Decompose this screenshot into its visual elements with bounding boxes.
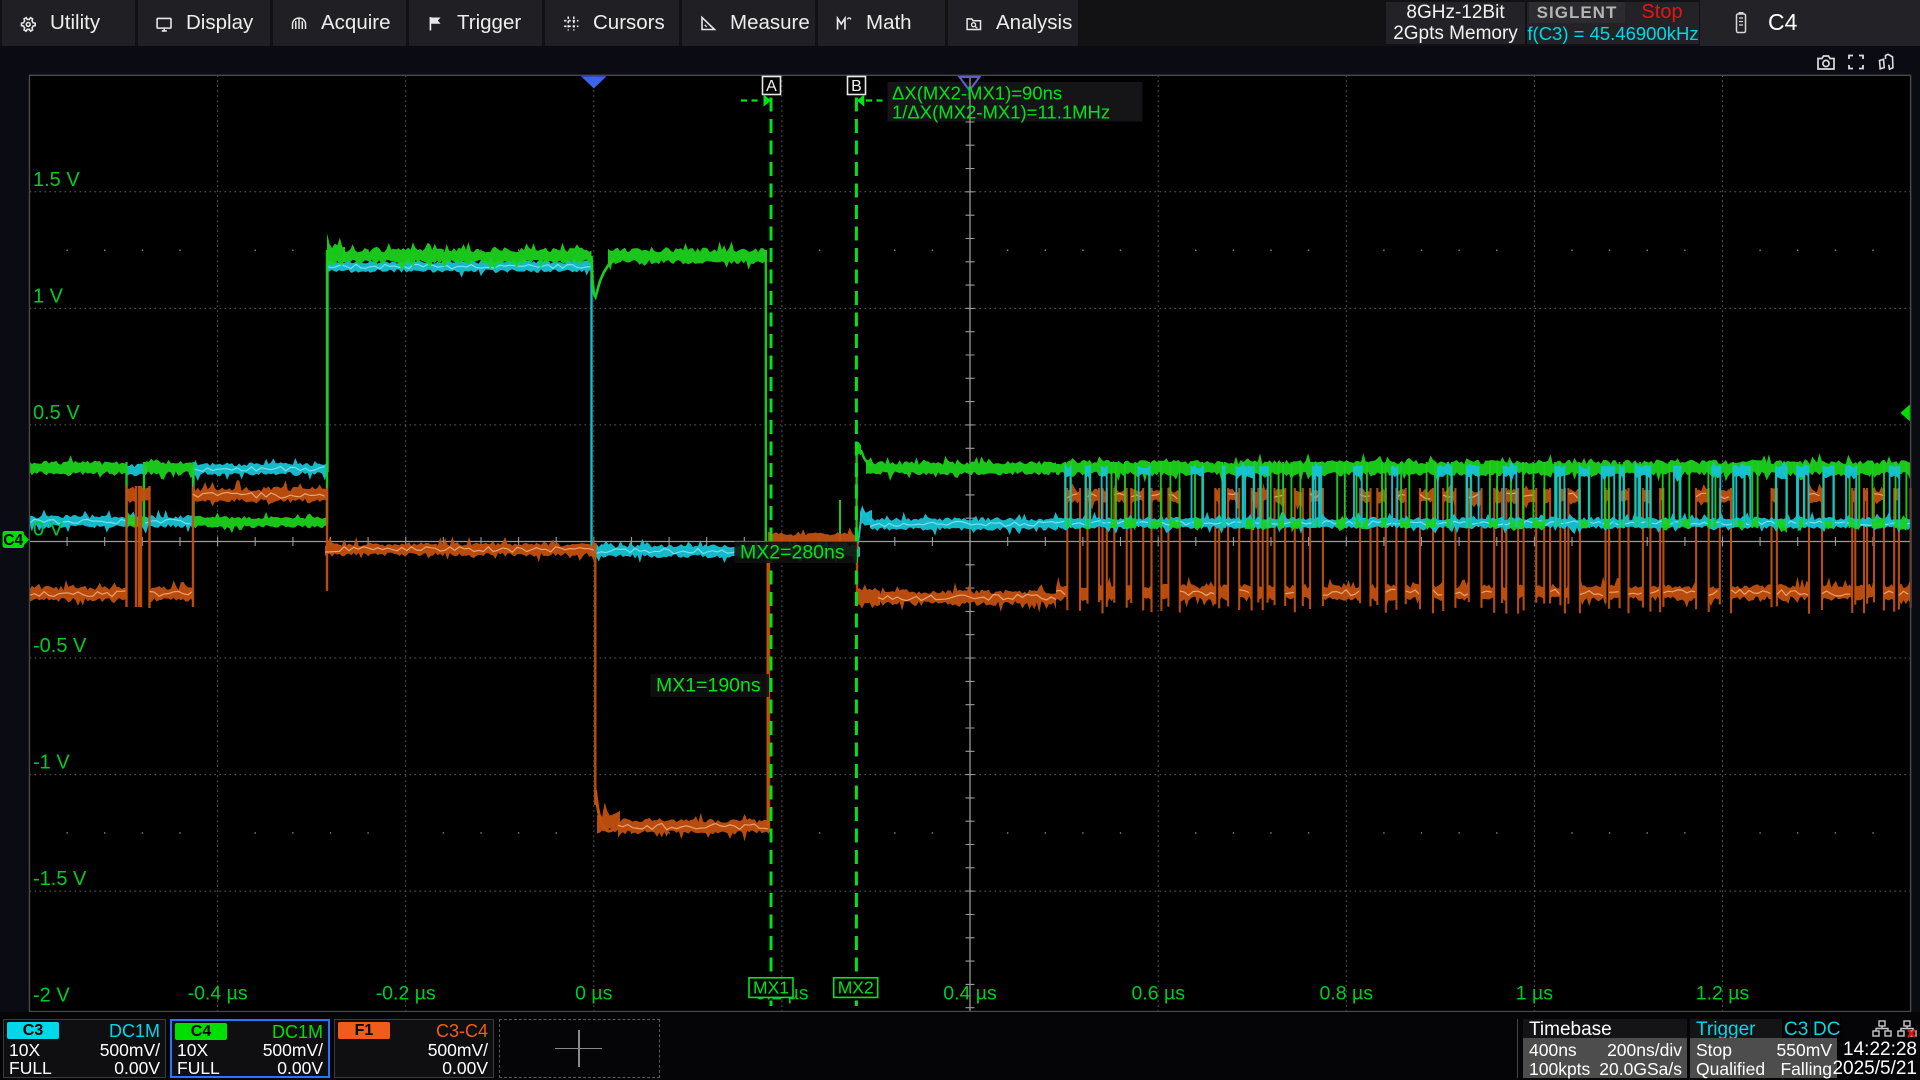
svg-text:A: A [766, 78, 777, 95]
svg-text:ΔX(MX2-MX1)=90ns: ΔX(MX2-MX1)=90ns [892, 83, 1062, 104]
svg-text:1 µs: 1 µs [1516, 983, 1553, 1005]
svg-text:-0.4 µs: -0.4 µs [188, 983, 248, 1005]
svg-text:1 V: 1 V [33, 285, 64, 307]
svg-text:-0.2 µs: -0.2 µs [376, 983, 436, 1005]
svg-text:C4: C4 [3, 532, 23, 549]
svg-text:-0.5 V: -0.5 V [33, 635, 87, 657]
svg-text:-1.5 V: -1.5 V [33, 868, 87, 890]
svg-text:MX1=190ns: MX1=190ns [656, 675, 761, 697]
svg-text:0 V: 0 V [33, 519, 64, 541]
svg-text:0.8 µs: 0.8 µs [1320, 983, 1374, 1005]
svg-text:MX2=280ns: MX2=280ns [740, 542, 845, 564]
svg-text:1/ΔX(MX2-MX1)=11.1MHz: 1/ΔX(MX2-MX1)=11.1MHz [892, 102, 1110, 123]
svg-text:0 µs: 0 µs [575, 983, 612, 1005]
svg-text:-2 V: -2 V [33, 985, 70, 1007]
svg-text:0.4 µs: 0.4 µs [943, 983, 997, 1005]
svg-text:MX2: MX2 [838, 977, 874, 997]
svg-text:1.2 µs: 1.2 µs [1696, 983, 1750, 1005]
svg-text:0.6 µs: 0.6 µs [1131, 983, 1185, 1005]
svg-text:0.5 V: 0.5 V [33, 402, 80, 424]
svg-text:MX1: MX1 [753, 977, 789, 997]
svg-text:-1 V: -1 V [33, 752, 70, 774]
svg-text:1.5 V: 1.5 V [33, 169, 80, 191]
svg-text:B: B [851, 78, 862, 95]
